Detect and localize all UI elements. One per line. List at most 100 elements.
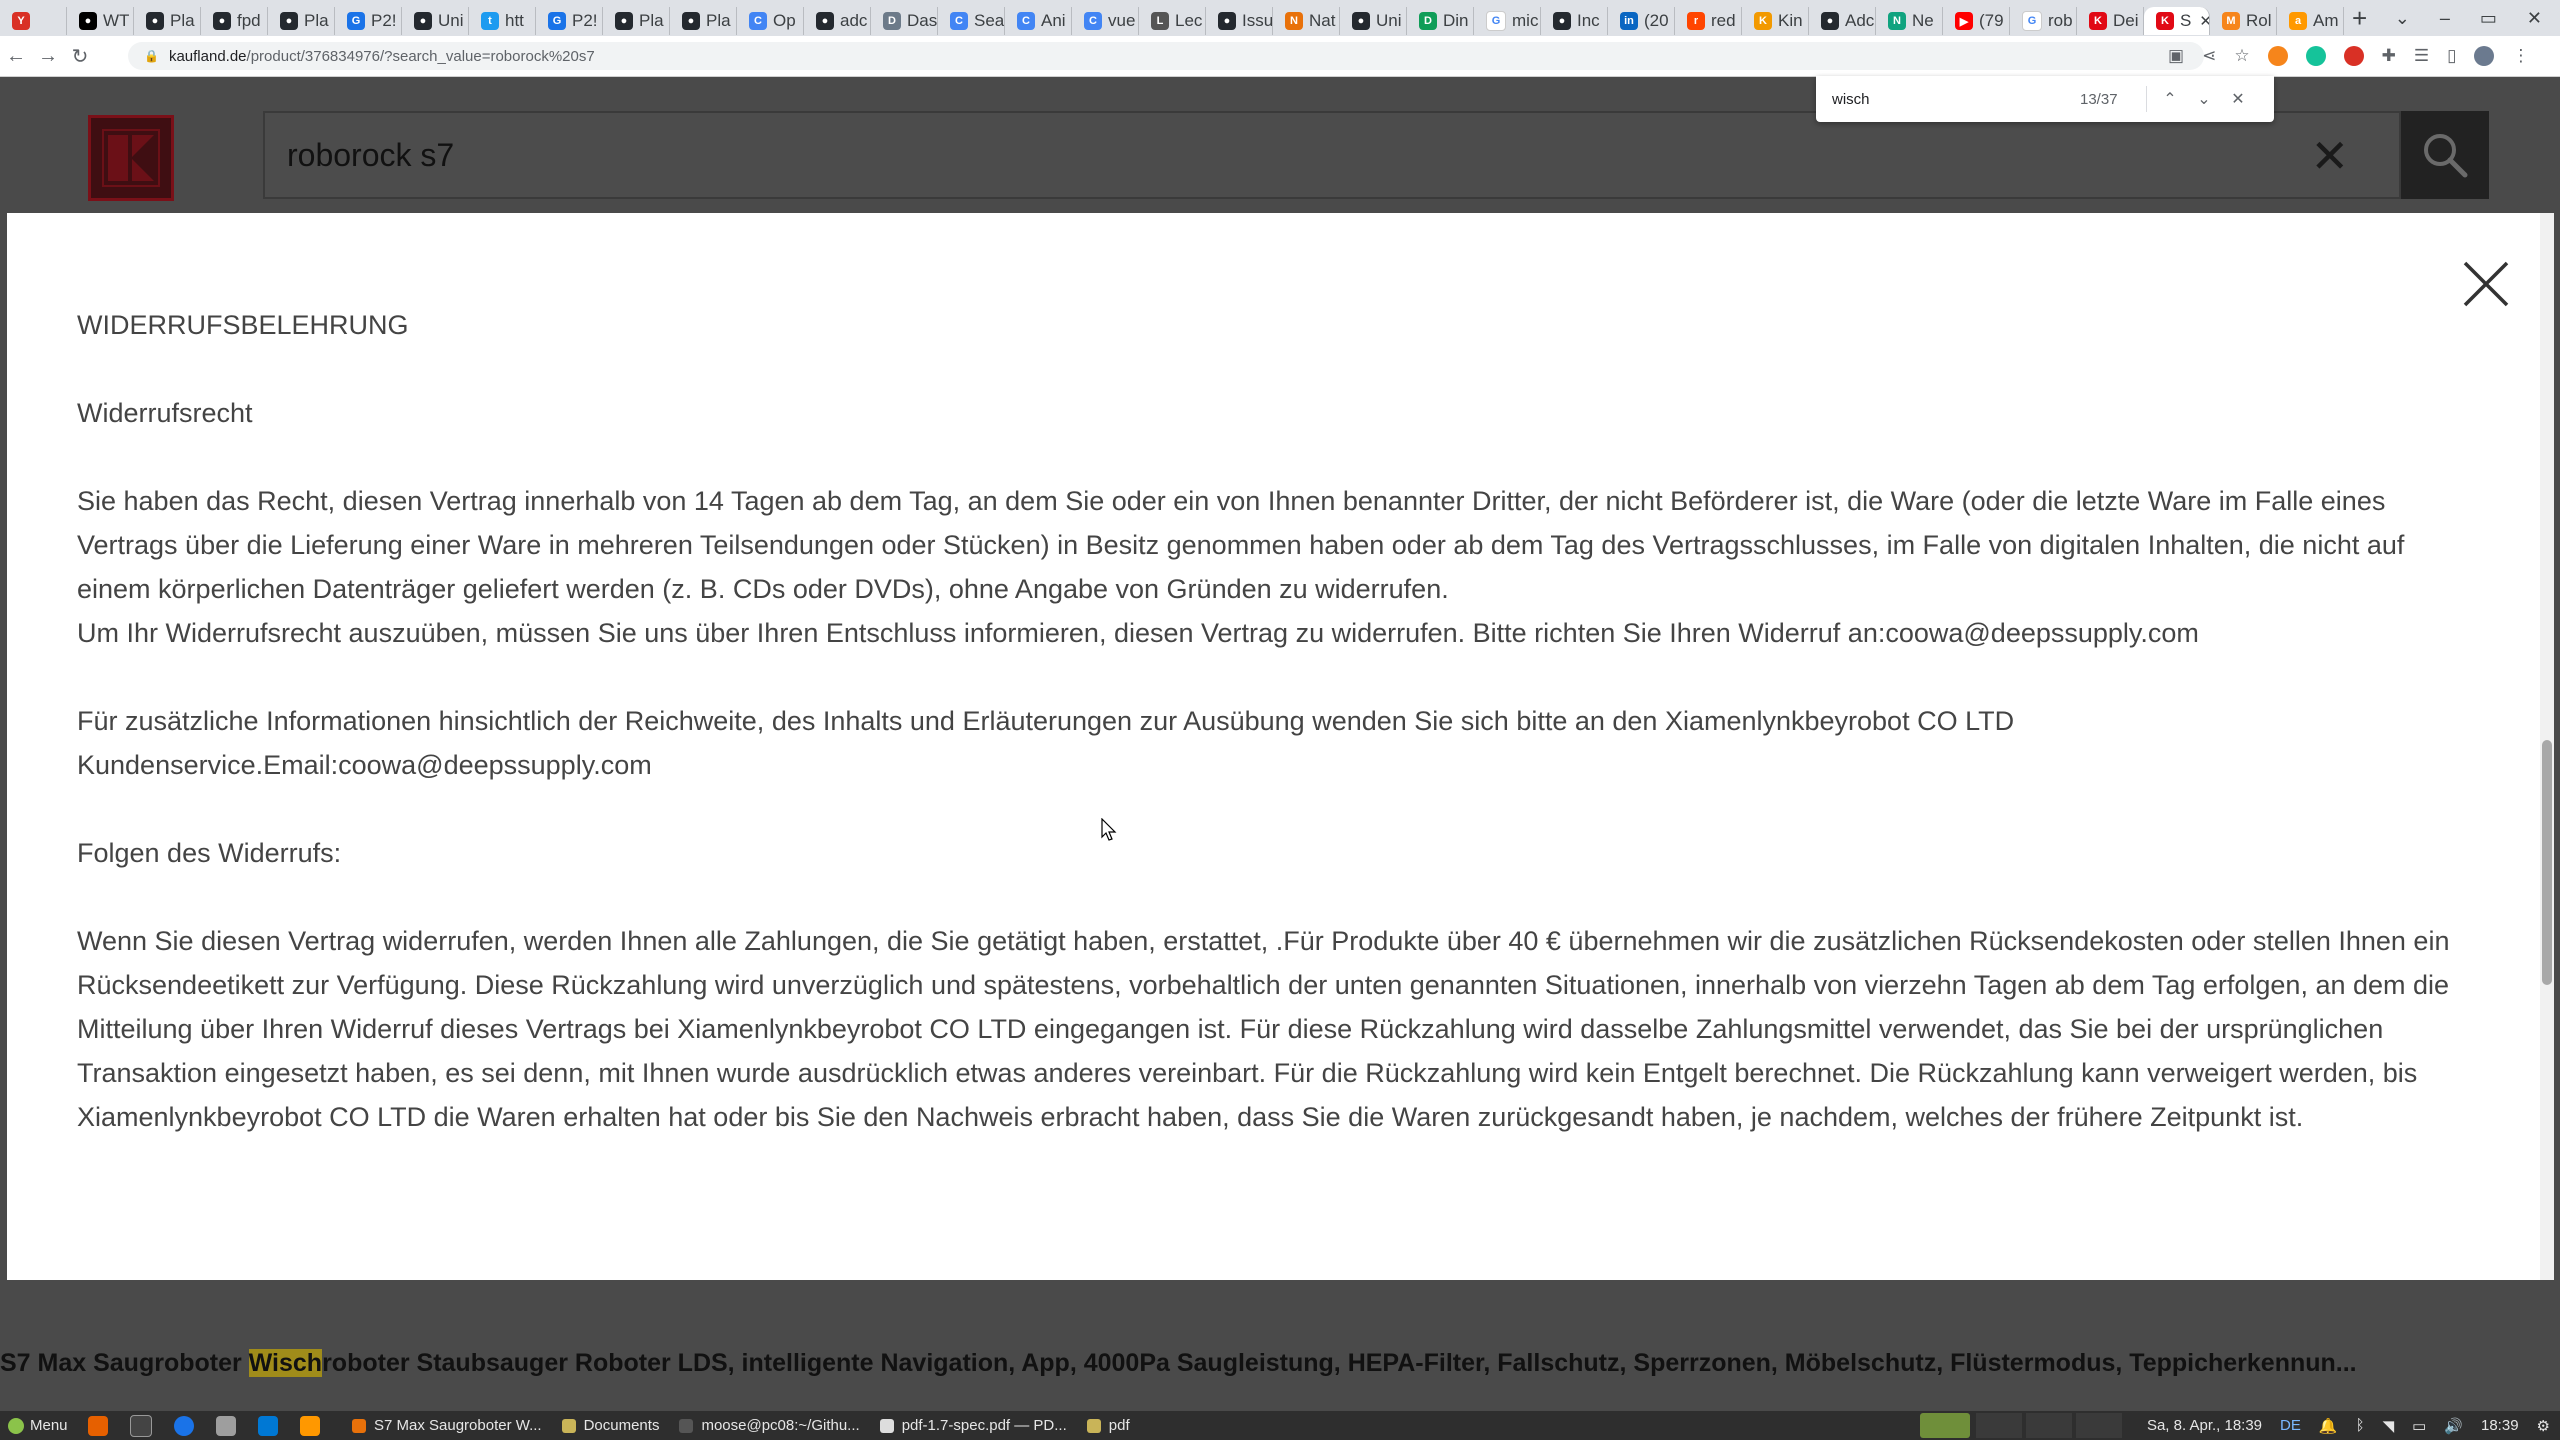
browser-tab[interactable]: N Nat	[1273, 7, 1340, 35]
minimize-button[interactable]: –	[2440, 8, 2450, 29]
clock-date[interactable]: Sa, 8. Apr., 18:39	[2147, 1417, 2262, 1434]
vscode-launcher-icon[interactable]	[258, 1415, 278, 1436]
modal-close-button[interactable]	[2459, 257, 2513, 311]
find-input[interactable]: wisch	[1832, 91, 2062, 108]
browser-tab-strip: Y ● WT ● Pla ● fpd ● Pla G P2! ● Uni t htt G P2! ● Pla ● Pla…	[0, 0, 2560, 36]
side-panel-icon[interactable]: ▯	[2447, 46, 2456, 66]
terminal-launcher-icon[interactable]	[130, 1414, 152, 1437]
search-button[interactable]	[2401, 111, 2489, 199]
tab-label: WT	[103, 11, 130, 30]
share-icon[interactable]: ⋖	[2202, 46, 2216, 66]
browser-tab[interactable]: M Rol	[2210, 7, 2277, 35]
tab-close-icon[interactable]: ✕	[2199, 12, 2209, 30]
grammarly-extension-icon[interactable]	[2305, 46, 2326, 66]
reading-list-icon[interactable]: ☰	[2414, 46, 2429, 66]
site-search-input[interactable]: roborock s7 ✕	[263, 111, 2401, 199]
scrollbar-thumb[interactable]	[2542, 740, 2552, 985]
new-tab-button[interactable]: +	[2352, 3, 2367, 34]
workspace-indicator[interactable]	[2076, 1413, 2122, 1438]
browser-tab[interactable]: ● Pla	[670, 7, 737, 35]
close-window-button[interactable]: ✕	[2527, 8, 2542, 29]
browser-tab[interactable]: ▶ (79	[1943, 7, 2010, 35]
browser-tab[interactable]: ● Pla	[603, 7, 670, 35]
find-previous-button[interactable]: ⌃	[2153, 89, 2187, 109]
browser-tab[interactable]: a Am	[2277, 7, 2344, 35]
browser-tab[interactable]: L Lec	[1139, 7, 1206, 35]
browser-tab[interactable]: ● Uni	[402, 7, 469, 35]
volume-icon[interactable]: 🔊	[2444, 1417, 2463, 1435]
tab-label: Issu	[1242, 11, 1273, 30]
back-button[interactable]: ←	[0, 45, 32, 68]
page-info-icon[interactable]: ▣	[2168, 46, 2184, 66]
browser-tab[interactable]: ● WT	[67, 7, 134, 35]
bookmark-star-icon[interactable]: ☆	[2234, 46, 2249, 66]
clear-search-icon[interactable]: ✕	[2310, 129, 2349, 183]
notification-icon[interactable]: 🔔	[2319, 1417, 2338, 1435]
browser-tab[interactable]: C Op	[737, 7, 804, 35]
maximize-button[interactable]: ▭	[2480, 8, 2497, 29]
browser-tab[interactable]: Grob	[2010, 7, 2077, 35]
taskbar-window-button[interactable]: Documents	[552, 1411, 670, 1440]
settings-icon[interactable]: ⚙	[2537, 1417, 2550, 1435]
browser-tab[interactable]: G P2!	[335, 7, 402, 35]
reload-button[interactable]: ↻	[64, 44, 96, 69]
taskbar-window-button[interactable]: moose@pc08:~/Githu...	[669, 1411, 869, 1440]
browser-tab[interactable]: r red	[1675, 7, 1742, 35]
browser-tab[interactable]: K Dei	[2077, 7, 2144, 35]
extension-icon[interactable]	[2343, 46, 2364, 66]
browser-tab[interactable]: C Ani	[1005, 7, 1072, 35]
workspace-indicator-active[interactable]	[1920, 1413, 1970, 1438]
forward-button[interactable]: →	[32, 45, 64, 68]
browser-menu-icon[interactable]: ⋮	[2512, 46, 2529, 66]
tab-search-icon[interactable]: ⌄	[2395, 8, 2410, 29]
keyboard-layout[interactable]: DE	[2280, 1417, 2301, 1434]
find-close-button[interactable]: ✕	[2221, 89, 2255, 109]
profile-avatar[interactable]	[2474, 46, 2495, 66]
tab-label: Pla	[639, 11, 664, 30]
taskbar-window-button[interactable]: pdf-1.7-spec.pdf — PD...	[870, 1411, 1077, 1440]
workspace-indicator[interactable]	[2026, 1413, 2072, 1438]
browser-tab[interactable]: D Din	[1407, 7, 1474, 35]
find-next-button[interactable]: ⌄	[2187, 89, 2221, 109]
tab-favicon-icon: G	[548, 12, 566, 30]
browser-tab[interactable]: ● Inc	[1541, 7, 1608, 35]
tab-favicon-icon: G	[2022, 11, 2042, 31]
browser-tab[interactable]: G P2!	[536, 7, 603, 35]
workspace-indicator[interactable]	[1976, 1413, 2022, 1438]
browser-tab[interactable]: ● Pla	[134, 7, 201, 35]
browser-tab[interactable]: ● Adc	[1809, 7, 1876, 35]
browser-tab[interactable]: ● Pla	[268, 7, 335, 35]
browser-tab[interactable]: K Kin	[1742, 7, 1809, 35]
browser-tab[interactable]: Gmic	[1474, 7, 1541, 35]
taskbar-window-button[interactable]: S7 Max Saugroboter W...	[342, 1411, 552, 1440]
chrome-launcher-icon[interactable]	[174, 1415, 194, 1436]
browser-tab[interactable]: ● Uni	[1340, 7, 1407, 35]
browser-tab[interactable]: Y	[0, 7, 67, 35]
browser-tab[interactable]: N Ne	[1876, 7, 1943, 35]
bluetooth-icon[interactable]: ᛒ	[2356, 1417, 2365, 1434]
sublime-launcher-icon[interactable]	[300, 1415, 320, 1436]
clock-time[interactable]: 18:39	[2481, 1417, 2519, 1434]
address-bar[interactable]: 🔒 kaufland.de /product/376834976/?search…	[128, 42, 2204, 70]
browser-tab[interactable]: t htt	[469, 7, 536, 35]
browser-tab[interactable]: ● fpd	[201, 7, 268, 35]
browser-tab[interactable]: in (20	[1608, 7, 1675, 35]
network-icon[interactable]: ◥	[2383, 1417, 2395, 1435]
extensions-puzzle-icon[interactable]: ✚	[2382, 46, 2396, 66]
browser-tab[interactable]: C Sea	[938, 7, 1005, 35]
lock-icon[interactable]: 🔒	[144, 49, 159, 63]
browser-tab[interactable]: ● Issu	[1206, 7, 1273, 35]
firefox-launcher-icon[interactable]	[88, 1415, 108, 1436]
start-menu-button[interactable]: Menu	[0, 1417, 88, 1434]
browser-tab-active[interactable]: KS ✕	[2144, 7, 2210, 35]
tab-favicon-icon: ●	[615, 12, 633, 30]
browser-tab[interactable]: ● adc	[804, 7, 871, 35]
modal-scrollbar[interactable]	[2540, 213, 2554, 1280]
kaufland-logo[interactable]	[88, 115, 174, 201]
browser-tab[interactable]: D Das	[871, 7, 938, 35]
files-launcher-icon[interactable]	[216, 1415, 236, 1436]
browser-tab[interactable]: Cvue	[1072, 7, 1139, 35]
taskbar-window-button[interactable]: pdf	[1077, 1411, 1140, 1440]
metamask-extension-icon[interactable]	[2267, 46, 2288, 66]
battery-icon[interactable]: ▭	[2412, 1417, 2426, 1435]
